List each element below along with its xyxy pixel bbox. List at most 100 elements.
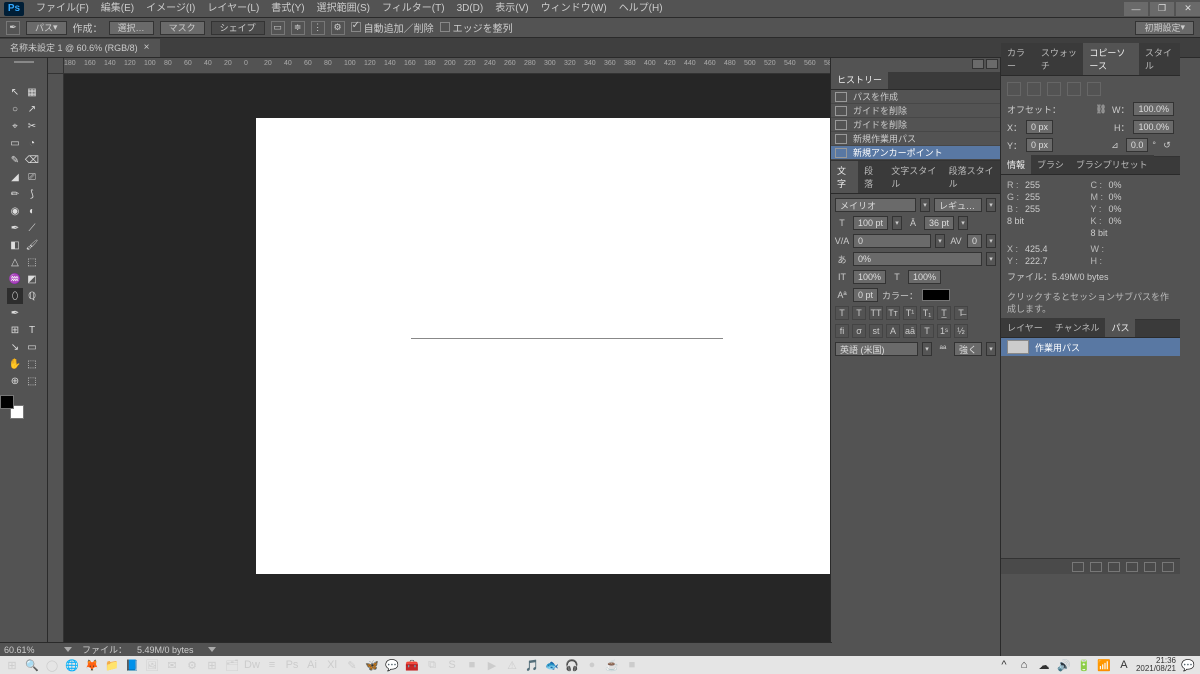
- tool-button[interactable]: ⌫: [24, 152, 40, 168]
- tray-icon[interactable]: A: [1116, 657, 1132, 673]
- subscript-toggle[interactable]: T₁: [920, 306, 934, 320]
- dropdown-icon[interactable]: ▾: [920, 198, 930, 212]
- language-dropdown[interactable]: 英語 (米国): [835, 342, 918, 356]
- taskbar-app-icon[interactable]: ●: [584, 657, 600, 673]
- ot-a[interactable]: A: [886, 324, 900, 338]
- tab-layers[interactable]: レイヤー: [1001, 318, 1049, 337]
- tray-icon[interactable]: ^: [996, 657, 1012, 673]
- menu-view[interactable]: 表示(V): [489, 0, 534, 18]
- tool-button[interactable]: ✎: [7, 152, 23, 168]
- document-tab-close-icon[interactable]: ×: [144, 42, 150, 53]
- mode-dropdown[interactable]: パス ▾: [26, 21, 67, 35]
- bold-toggle[interactable]: T: [835, 306, 849, 320]
- tab-history[interactable]: ヒストリー: [831, 70, 888, 89]
- ot-half[interactable]: ½: [954, 324, 968, 338]
- taskbar-app-icon[interactable]: ✉: [164, 657, 180, 673]
- font-size-input[interactable]: 100 pt: [853, 216, 888, 230]
- taskbar-app-icon[interactable]: ■: [624, 657, 640, 673]
- menu-file[interactable]: ファイル(F): [30, 0, 95, 18]
- tool-button[interactable]: ⊞: [7, 322, 23, 338]
- tray-icon[interactable]: ⌂: [1016, 657, 1032, 673]
- tool-button[interactable]: T: [24, 322, 40, 338]
- ruler-origin[interactable]: [48, 58, 64, 74]
- history-item[interactable]: 新規アンカーポイント: [831, 146, 1000, 160]
- tool-button[interactable]: ⟆: [24, 186, 40, 202]
- history-item[interactable]: 新規作業用パス: [831, 132, 1000, 146]
- taskbar-app-icon[interactable]: 🧰: [404, 657, 420, 673]
- path-op-icon[interactable]: ▭: [271, 21, 285, 35]
- clock[interactable]: 21:362021/08/21: [1136, 657, 1176, 673]
- tool-button[interactable]: ✒: [7, 220, 23, 236]
- zoom-level[interactable]: 60.61%: [4, 645, 50, 655]
- taskbar-app-icon[interactable]: ✎: [344, 657, 360, 673]
- tool-button[interactable]: △: [7, 254, 23, 270]
- strike-toggle[interactable]: T̶: [954, 306, 968, 320]
- menu-help[interactable]: ヘルプ(H): [613, 0, 669, 18]
- tool-button[interactable]: ⊕: [7, 373, 23, 389]
- ot-fi[interactable]: fi: [835, 324, 849, 338]
- dropdown-icon[interactable]: ▾: [892, 216, 902, 230]
- tool-button[interactable]: ◩: [24, 271, 40, 287]
- tab-swatch[interactable]: スウォッチ: [1035, 43, 1083, 75]
- canvas[interactable]: [256, 118, 830, 574]
- x-input[interactable]: 0 px: [1026, 120, 1053, 134]
- tool-button[interactable]: ▭: [7, 135, 23, 151]
- font-family-dropdown[interactable]: メイリオ: [835, 198, 916, 212]
- tool-button[interactable]: ⎚: [24, 169, 40, 185]
- dropdown-icon[interactable]: ▾: [935, 234, 945, 248]
- taskbar-app-icon[interactable]: 💬: [384, 657, 400, 673]
- taskbar-app-icon[interactable]: Ai: [304, 657, 320, 673]
- clone-source-2[interactable]: [1027, 82, 1041, 96]
- ruler-horizontal[interactable]: 1801601401201008060402002040608010012014…: [64, 58, 830, 74]
- status-menu-icon[interactable]: [208, 647, 216, 652]
- fill-path-icon[interactable]: [1072, 562, 1084, 572]
- auto-add-delete-check[interactable]: 自動追加／削除: [351, 20, 434, 35]
- foreground-swatch[interactable]: [0, 395, 14, 409]
- menu-layer[interactable]: レイヤー(L): [201, 0, 265, 18]
- history-item[interactable]: パスを作成: [831, 90, 1000, 104]
- tab-info[interactable]: 情報: [1001, 155, 1031, 174]
- taskbar-app-icon[interactable]: 🌐: [64, 657, 80, 673]
- clone-source-5[interactable]: [1087, 82, 1101, 96]
- tab-channels[interactable]: チャンネル: [1049, 318, 1106, 337]
- tool-button[interactable]: ✋: [7, 356, 23, 372]
- tool-button[interactable]: ✒: [7, 305, 23, 321]
- tab-paths[interactable]: パス: [1105, 318, 1135, 337]
- panel-close-icon[interactable]: [986, 59, 998, 69]
- stroke-path-icon[interactable]: [1090, 562, 1102, 572]
- tab-style[interactable]: スタイル: [1139, 43, 1180, 75]
- taskbar-app-icon[interactable]: 📁: [104, 657, 120, 673]
- superscript-toggle[interactable]: T¹: [903, 306, 917, 320]
- clone-source-4[interactable]: [1067, 82, 1081, 96]
- y-input[interactable]: 0 px: [1026, 138, 1053, 152]
- path-to-selection-icon[interactable]: [1108, 562, 1120, 572]
- settings-icon[interactable]: ⚙: [331, 21, 345, 35]
- path-align-icon[interactable]: ≑: [291, 21, 305, 35]
- taskbar-app-icon[interactable]: ≡: [264, 657, 280, 673]
- tracking-input[interactable]: 0: [967, 234, 982, 248]
- start-button[interactable]: ⊞: [4, 657, 20, 673]
- allcaps-toggle[interactable]: TT: [869, 306, 883, 320]
- ot-st[interactable]: st: [869, 324, 883, 338]
- tool-button[interactable]: ⬚: [24, 373, 40, 389]
- new-path-icon[interactable]: [1144, 562, 1156, 572]
- baseline-input[interactable]: 0 pt: [853, 288, 878, 302]
- opacity-input[interactable]: 0%: [853, 252, 982, 266]
- taskbar-app-icon[interactable]: 🔍: [24, 657, 40, 673]
- tab-brushpreset[interactable]: ブラシプリセット: [1070, 155, 1154, 174]
- reset-icon[interactable]: ↺: [1160, 138, 1174, 152]
- menu-filter[interactable]: フィルター(T): [376, 0, 451, 18]
- make-shape-button[interactable]: シェイプ: [211, 21, 265, 35]
- text-color-swatch[interactable]: [922, 289, 950, 301]
- tool-button[interactable]: ✂: [24, 118, 40, 134]
- menu-select[interactable]: 選択範囲(S): [311, 0, 376, 18]
- make-workpath-icon[interactable]: [1126, 562, 1138, 572]
- tool-button[interactable]: ⬚: [24, 254, 40, 270]
- tool-button[interactable]: ◐: [24, 203, 40, 219]
- tab-color[interactable]: カラー: [1001, 43, 1035, 75]
- clone-source-3[interactable]: [1047, 82, 1061, 96]
- dropdown-icon[interactable]: ▾: [986, 342, 996, 356]
- angle-input[interactable]: 0.0: [1126, 138, 1149, 152]
- vscale-input[interactable]: 100%: [853, 270, 886, 284]
- tray-icon[interactable]: 📶: [1096, 657, 1112, 673]
